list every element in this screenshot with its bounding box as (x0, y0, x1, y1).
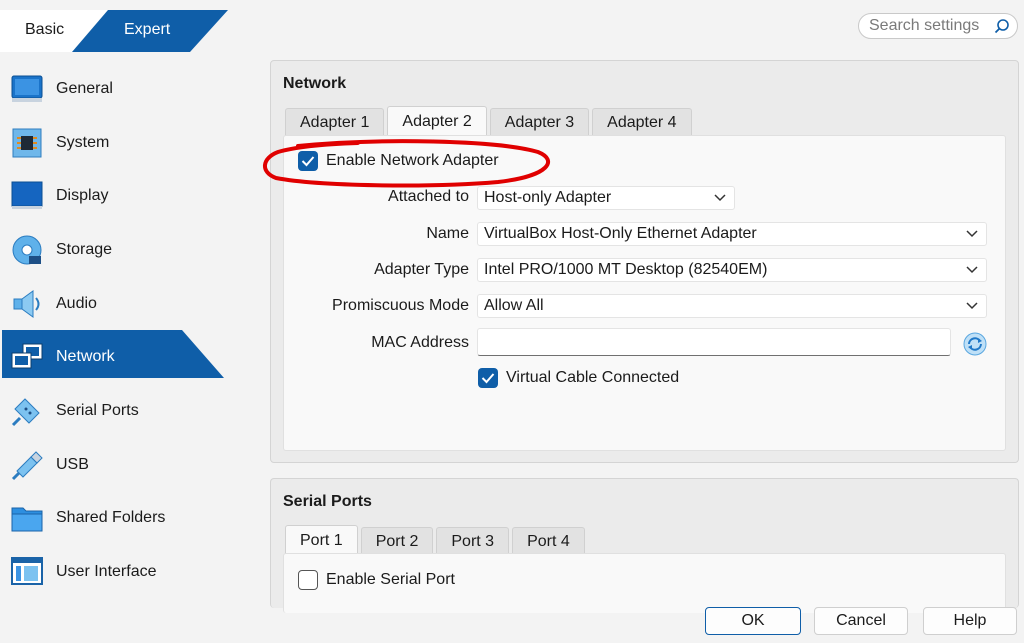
checkbox-checked-icon (478, 368, 498, 388)
chevron-down-icon (966, 302, 978, 310)
chevron-down-icon (714, 194, 726, 202)
promiscuous-mode-value: Allow All (484, 297, 544, 314)
sidebar-item-usb[interactable]: USB (0, 438, 240, 492)
network-icon (10, 340, 44, 374)
sidebar-item-label: Display (56, 187, 109, 205)
help-button[interactable]: Help (923, 607, 1017, 635)
adapter-name-select[interactable]: VirtualBox Host-Only Ethernet Adapter (477, 222, 987, 246)
sidebar-item-audio[interactable]: Audio (0, 277, 240, 331)
tab-adapter-1[interactable]: Adapter 1 (285, 108, 385, 136)
system-chip-icon (10, 126, 44, 160)
enable-serial-port-checkbox[interactable]: Enable Serial Port (298, 570, 455, 590)
search-box (858, 13, 1018, 39)
sidebar-item-label: Serial Ports (56, 401, 139, 419)
attached-to-select[interactable]: Host-only Adapter (477, 186, 735, 210)
attached-to-label: Attached to (388, 188, 469, 205)
checkbox-checked-icon (298, 151, 318, 171)
tab-port-3[interactable]: Port 3 (436, 527, 510, 555)
sidebar-item-label: Storage (56, 240, 113, 258)
tab-adapter-2[interactable]: Adapter 2 (387, 106, 487, 136)
adapter-type-label: Adapter Type (374, 261, 469, 278)
storage-disk-icon (10, 233, 44, 267)
search-input[interactable] (869, 16, 989, 36)
adapter-tab-panel (283, 135, 1006, 451)
tab-adapter-3[interactable]: Adapter 3 (489, 108, 590, 136)
sidebar-item-label: Audio (56, 294, 97, 312)
enable-network-adapter-checkbox[interactable]: Enable Network Adapter (298, 151, 499, 171)
sidebar-item-display[interactable]: Display (0, 169, 240, 223)
adapter-tabs: Adapter 1 Adapter 2 Adapter 3 Adapter 4 (285, 106, 692, 136)
sidebar-item-shared-folders[interactable]: Shared Folders (0, 492, 240, 546)
sidebar-item-label: Shared Folders (56, 509, 166, 527)
adapter-type-value: Intel PRO/1000 MT Desktop (82540EM) (484, 261, 768, 278)
generate-mac-refresh-icon[interactable] (963, 332, 987, 361)
sidebar-item-label: User Interface (56, 563, 157, 581)
basic-mode-button[interactable]: Basic (25, 21, 64, 39)
sidebar-item-general[interactable]: General (0, 62, 240, 116)
tab-port-2[interactable]: Port 2 (360, 527, 434, 555)
general-icon (10, 72, 44, 106)
mac-address-input[interactable] (478, 329, 950, 355)
adapter-type-select[interactable]: Intel PRO/1000 MT Desktop (82540EM) (477, 258, 987, 282)
sidebar-item-label: Network (56, 348, 115, 366)
usb-icon (10, 448, 44, 482)
tab-port-4[interactable]: Port 4 (512, 527, 585, 555)
adapter-name-value: VirtualBox Host-Only Ethernet Adapter (484, 225, 757, 242)
chevron-down-icon (966, 266, 978, 274)
name-label: Name (426, 225, 469, 242)
promiscuous-mode-label: Promiscuous Mode (332, 297, 469, 314)
virtual-cable-connected-checkbox[interactable]: Virtual Cable Connected (478, 368, 679, 388)
user-interface-icon (10, 555, 44, 589)
search-icon[interactable] (993, 18, 1011, 41)
attached-to-value: Host-only Adapter (484, 189, 612, 206)
shared-folder-icon (10, 501, 44, 535)
promiscuous-mode-select[interactable]: Allow All (477, 294, 987, 318)
network-group-title: Network (283, 75, 347, 92)
cancel-button[interactable]: Cancel (814, 607, 908, 635)
port-tabs: Port 1 Port 2 Port 3 Port 4 (285, 525, 585, 555)
sidebar-item-network[interactable]: Network (0, 330, 240, 384)
sidebar-item-user-interface[interactable]: User Interface (0, 545, 240, 599)
mode-switch: Basic Expert (0, 10, 228, 52)
enable-network-adapter-label: Enable Network Adapter (326, 152, 499, 169)
serial-ports-group-title: Serial Ports (283, 493, 372, 510)
sidebar-item-label: System (56, 133, 110, 151)
display-monitor-icon (10, 179, 44, 213)
mac-address-field (477, 328, 951, 356)
tab-adapter-4[interactable]: Adapter 4 (592, 108, 692, 136)
ok-button[interactable]: OK (705, 607, 801, 635)
virtual-cable-connected-label: Virtual Cable Connected (506, 369, 680, 386)
sidebar-item-label: USB (56, 455, 89, 473)
sidebar-item-system[interactable]: System (0, 116, 240, 170)
checkbox-unchecked-icon (298, 570, 318, 590)
tab-port-1[interactable]: Port 1 (285, 525, 358, 555)
sidebar-item-serial-ports[interactable]: Serial Ports (0, 384, 240, 438)
sidebar-item-label: General (56, 79, 113, 97)
enable-serial-port-label: Enable Serial Port (326, 571, 455, 588)
sidebar-item-storage[interactable]: Storage (0, 223, 240, 277)
chevron-down-icon (966, 230, 978, 238)
mac-address-label: MAC Address (371, 334, 469, 351)
audio-speaker-icon (10, 287, 44, 321)
settings-sidebar: General System Display Storage Audio Net… (0, 62, 240, 599)
serial-port-icon (10, 394, 44, 428)
expert-mode-button[interactable]: Expert (124, 21, 170, 39)
